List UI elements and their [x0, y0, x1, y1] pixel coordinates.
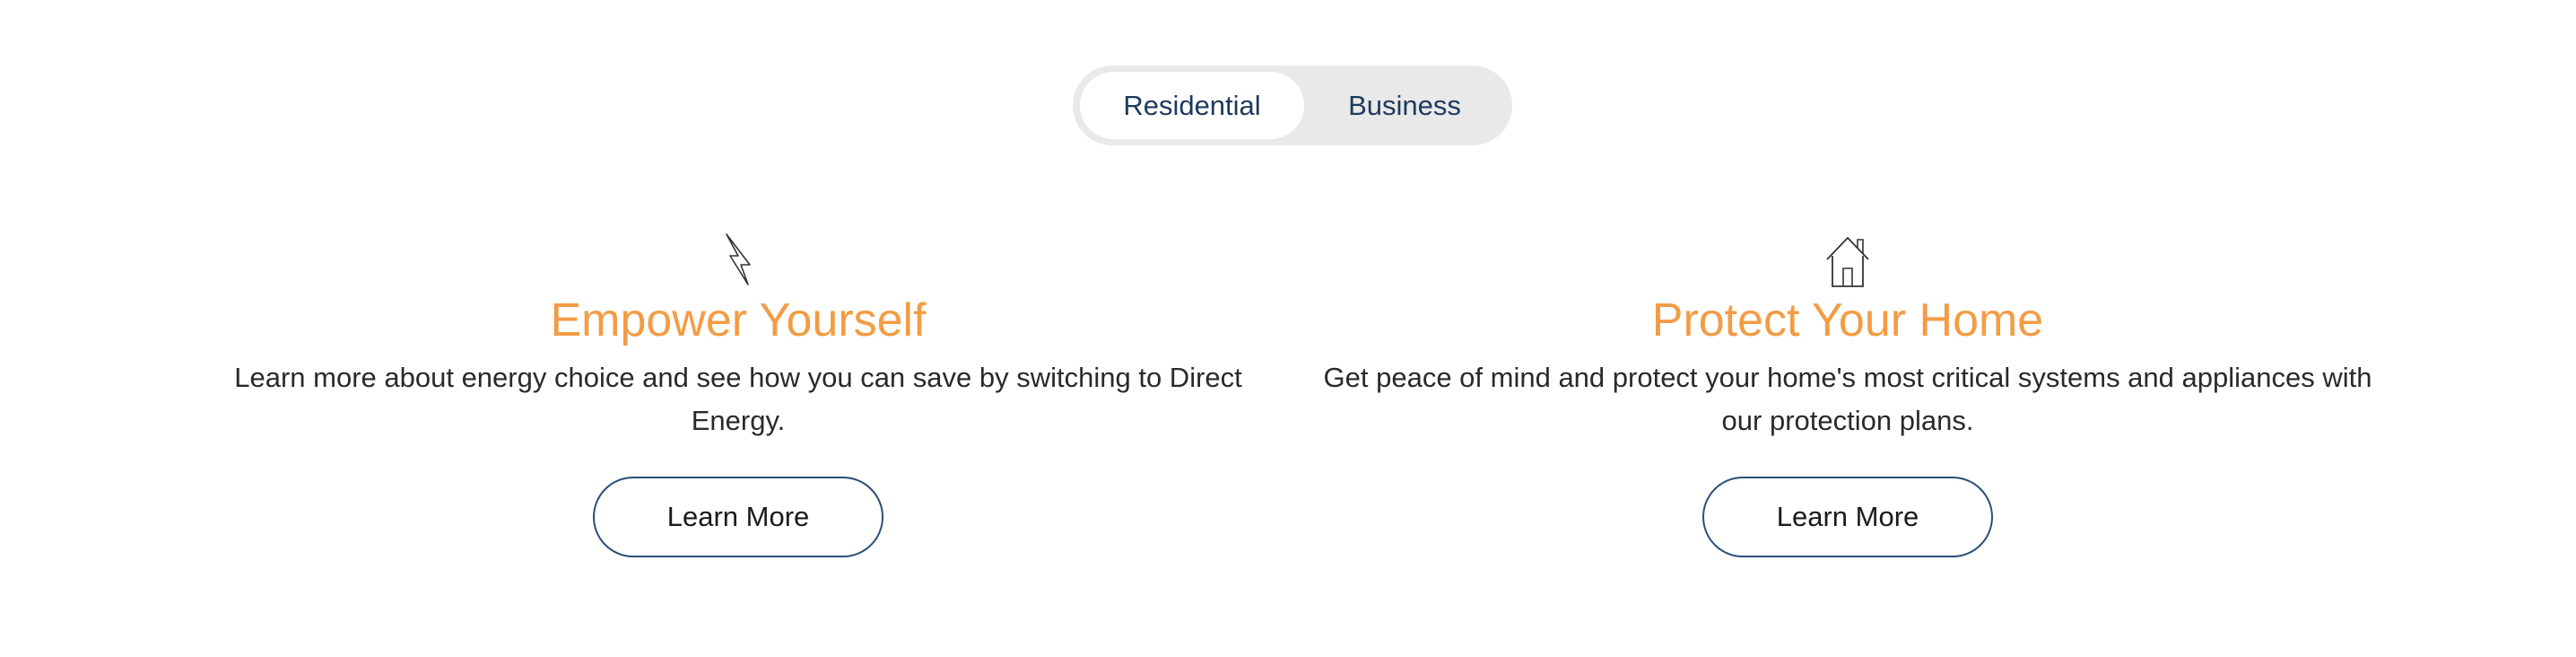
customer-type-toggle: Residential Business: [1073, 66, 1512, 145]
card-title: Protect Your Home: [1651, 294, 2044, 346]
house-icon: [1826, 237, 1869, 287]
card-protect-your-home: Protect Your Home Get peace of mind and …: [1310, 229, 2386, 557]
card-description: Get peace of mind and protect your home'…: [1323, 362, 2372, 436]
toggle-business[interactable]: Business: [1304, 72, 1505, 139]
card-title: Empower Yourself: [550, 294, 927, 346]
lightning-bolt-icon: [726, 233, 751, 285]
card-empower-yourself: Empower Yourself Learn more about energy…: [200, 229, 1276, 557]
learn-more-button[interactable]: Learn More: [593, 477, 883, 557]
page: Residential Business Empower Yourself Le…: [0, 0, 2576, 657]
card-description: Learn more about energy choice and see h…: [234, 362, 1242, 436]
learn-more-button[interactable]: Learn More: [1702, 477, 1993, 557]
toggle-residential[interactable]: Residential: [1080, 72, 1304, 139]
